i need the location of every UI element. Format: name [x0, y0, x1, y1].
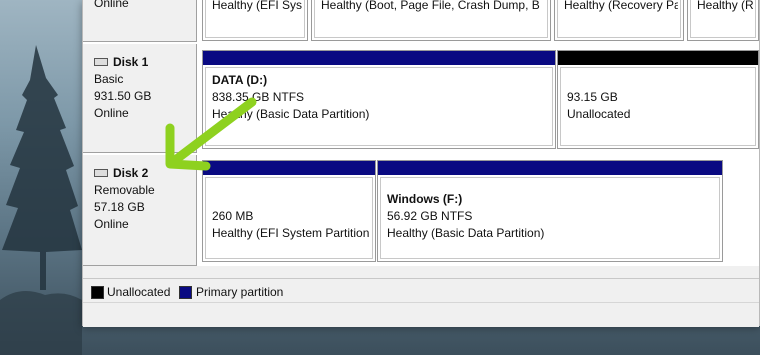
unallocated-bar [558, 51, 758, 65]
disk-0-partition-recovery-2[interactable]: Healthy (Re [687, 0, 759, 41]
partition-status: Healthy (EFI System Partition [212, 226, 370, 240]
disk-2-type: Removable [94, 183, 155, 197]
partition-status: Healthy (Basic Data Partition) [387, 226, 545, 240]
disk-1-status: Online [94, 106, 129, 120]
partition-status: Unallocated [567, 107, 631, 121]
disk-2-name: Disk 2 [94, 166, 148, 180]
legend-primary-label: Primary partition [196, 285, 284, 299]
disk-1-size: 931.50 GB [94, 89, 152, 103]
partition-size: 838.35 GB NTFS [212, 90, 305, 104]
disk-2-partition-efi[interactable]: 260 MB Healthy (EFI System Partition [202, 160, 376, 262]
disk-2-label[interactable]: Disk 2 Removable 57.18 GB Online [83, 155, 197, 266]
partition-name: DATA (D:) [212, 73, 268, 87]
disk-graphical-view: Online Healthy (EFI Syst Healthy (Boot, … [83, 0, 759, 266]
disk-0-partition-boot[interactable]: Healthy (Boot, Page File, Crash Dump, B [311, 0, 551, 41]
disk-0-partition-recovery[interactable]: Healthy (Recovery Pa [554, 0, 684, 41]
partition-size: 260 MB [212, 209, 254, 223]
disk-1-row: Disk 1 Basic 931.50 GB Online DATA (D:) … [83, 44, 759, 153]
disk-1-unallocated[interactable]: 93.15 GB Unallocated [557, 50, 759, 149]
disk-1-name: Disk 1 [94, 55, 148, 69]
disk-0-partition-efi[interactable]: Healthy (EFI Syst [202, 0, 308, 41]
partition-status: Healthy (Re [697, 0, 753, 12]
primary-partition-bar [203, 161, 375, 175]
desktop-background-tree [0, 45, 82, 355]
partition-status: Healthy (EFI Syst [212, 0, 302, 12]
status-bar [83, 302, 759, 327]
partition-status: Healthy (Boot, Page File, Crash Dump, B [321, 0, 540, 12]
partition-legend: Unallocated Primary partition [83, 278, 759, 301]
partition-status: Healthy (Basic Data Partition) [212, 107, 370, 121]
disk-2-status: Online [94, 217, 129, 231]
primary-partition-bar [203, 51, 555, 65]
disk-2-row: Disk 2 Removable 57.18 GB Online 260 MB … [83, 155, 759, 266]
legend-unallocated-label: Unallocated [107, 285, 171, 299]
disk-management-window: Online Healthy (EFI Syst Healthy (Boot, … [82, 0, 760, 327]
disk-2-partition-windows[interactable]: Windows (F:) 56.92 GB NTFS Healthy (Basi… [377, 160, 723, 262]
disk-1-partition-data[interactable]: DATA (D:) 838.35 GB NTFS Healthy (Basic … [202, 50, 556, 149]
primary-swatch [179, 286, 192, 299]
disk-1-type: Basic [94, 72, 124, 86]
unallocated-swatch [91, 286, 104, 299]
disk-0-row: Online Healthy (EFI Syst Healthy (Boot, … [83, 0, 759, 42]
partition-status: Healthy (Recovery Pa [564, 0, 678, 12]
partition-size: 93.15 GB [567, 90, 618, 104]
primary-partition-bar [378, 161, 722, 175]
partition-size: 56.92 GB NTFS [387, 209, 473, 223]
disk-0-label[interactable]: Online [83, 0, 197, 42]
disk-2-size: 57.18 GB [94, 200, 145, 214]
disk-0-status: Online [94, 0, 129, 10]
disk-drive-icon [94, 57, 108, 66]
disk-drive-icon [94, 168, 108, 177]
partition-name: Windows (F:) [387, 192, 463, 206]
disk-1-label[interactable]: Disk 1 Basic 931.50 GB Online [83, 44, 197, 153]
